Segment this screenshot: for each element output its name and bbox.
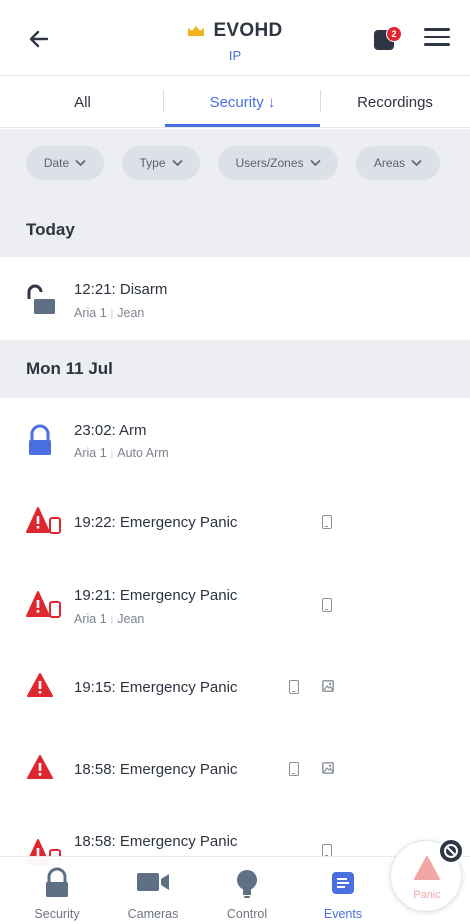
hamburger-menu-icon[interactable] (424, 28, 450, 48)
nav-label: Events (323, 907, 363, 921)
panic-alarm-icon (26, 591, 61, 618)
filter-label: Date (43, 156, 70, 170)
tab-security[interactable]: Security ↓ (165, 76, 320, 128)
event-area: Aria 1 (74, 306, 107, 320)
panic-label: Panic (413, 889, 441, 901)
filter-users-zones[interactable]: Users/Zones (218, 146, 338, 180)
nav-security[interactable]: Security (12, 857, 102, 924)
filter-label: Users/Zones (235, 156, 304, 170)
event-row[interactable]: 12:21: Disarm Aria 1 | Jean (0, 257, 470, 340)
notifications-button[interactable]: 2 (372, 24, 406, 54)
nav-label: Security (34, 907, 80, 921)
warning-triangle-icon (27, 755, 53, 779)
nav-events[interactable]: Events (298, 857, 388, 924)
snapshot-image-icon[interactable] (322, 762, 334, 774)
event-user: Jean (117, 612, 145, 626)
keyfob-device-icon (322, 598, 332, 612)
filter-areas[interactable]: Areas (356, 146, 440, 180)
chevron-down-icon (75, 159, 86, 167)
app-header: EVOHD IP 2 (0, 0, 470, 76)
event-details: Aria 1 | Jean (74, 306, 144, 320)
nav-label: Control (226, 907, 268, 921)
unlocked-padlock-icon (27, 284, 55, 314)
event-title: 23:02: Arm (74, 422, 147, 439)
filter-label: Areas (373, 156, 406, 170)
event-details: Aria 1 | Jean (74, 612, 144, 626)
event-details: Aria 1 | Auto Arm (74, 446, 169, 460)
padlock-icon (46, 867, 68, 897)
event-row[interactable]: 19:22: Emergency Panic (0, 480, 470, 564)
event-title: 19:22: Emergency Panic (74, 514, 238, 531)
panic-triangle-icon (414, 856, 440, 880)
no-signal-icon (438, 838, 464, 864)
locked-padlock-icon (29, 424, 51, 455)
separator: | (110, 309, 114, 320)
event-title: 12:21: Disarm (74, 281, 168, 298)
system-name: EVOHD (213, 20, 283, 41)
events-list-icon (332, 872, 354, 894)
event-user: Jean (117, 306, 145, 320)
chevron-down-icon (309, 159, 321, 167)
separator: | (110, 615, 114, 626)
filter-type[interactable]: Type (122, 146, 200, 180)
keyfob-device-icon (289, 762, 299, 776)
notification-badge: 2 (386, 26, 402, 42)
keyfob-device-icon (289, 680, 299, 694)
event-row[interactable]: 23:02: Arm Aria 1 | Auto Arm (0, 398, 470, 480)
snapshot-image-icon[interactable] (322, 680, 334, 692)
panic-alarm-icon (26, 507, 61, 534)
tab-recordings[interactable]: Recordings (320, 76, 470, 128)
nav-cameras[interactable]: Cameras (108, 857, 198, 924)
event-row[interactable]: 19:21: Emergency Panic Aria 1 | Jean (0, 564, 470, 648)
event-title: 18:58: Emergency Panic (74, 833, 238, 850)
nav-label: Cameras (127, 907, 179, 921)
nav-control[interactable]: Control (202, 857, 292, 924)
crown-icon (188, 26, 205, 36)
event-tabs: All Security ↓ Recordings (0, 76, 470, 128)
lightbulb-icon (237, 870, 257, 898)
filter-bar: Date Type Users/Zones Areas (0, 129, 470, 203)
event-row[interactable]: 19:15: Emergency Panic (0, 648, 470, 728)
event-area: Aria 1 (74, 612, 107, 626)
chevron-down-icon (411, 159, 422, 167)
event-title: 19:15: Emergency Panic (74, 679, 238, 696)
filter-date[interactable]: Date (26, 146, 104, 180)
event-area: Aria 1 (74, 446, 107, 460)
chevron-down-icon (171, 159, 183, 167)
warning-triangle-icon (27, 673, 53, 697)
section-header-today: Today (0, 203, 470, 257)
event-title: 18:58: Emergency Panic (74, 761, 238, 778)
tab-divider (163, 90, 164, 112)
section-header-mon-11-jul: Mon 11 Jul (0, 340, 470, 398)
event-title: 19:21: Emergency Panic (74, 587, 238, 604)
camera-icon (137, 873, 169, 891)
active-tab-indicator (165, 124, 320, 127)
event-row[interactable]: 18:58: Emergency Panic (0, 728, 470, 812)
event-user: Auto Arm (117, 446, 169, 460)
separator: | (110, 449, 114, 460)
filter-label: Type (139, 156, 166, 170)
tab-all[interactable]: All (0, 76, 165, 128)
keyfob-device-icon (322, 515, 332, 529)
